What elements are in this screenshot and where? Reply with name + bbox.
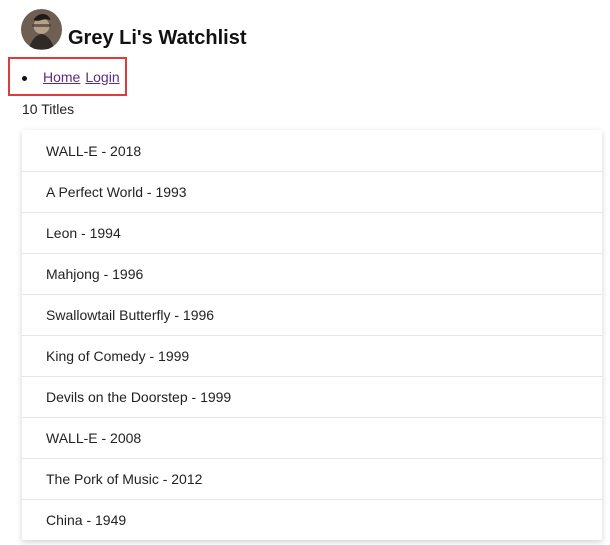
movie-list-item: Mahjong - 1996 (22, 253, 602, 294)
movie-list-item: King of Comedy - 1999 (22, 335, 602, 376)
nav-bullet-icon (22, 75, 27, 81)
movie-list: WALL-E - 2018 A Perfect World - 1993 Leo… (22, 130, 602, 540)
page-title: Grey Li's Watchlist (68, 27, 247, 49)
movie-list-item: Leon - 1994 (22, 212, 602, 253)
movie-list-item: A Perfect World - 1993 (22, 171, 602, 212)
movie-list-item: China - 1949 (22, 499, 602, 540)
movie-list-item: Swallowtail Butterfly - 1996 (22, 294, 602, 335)
page-header: Grey Li's Watchlist (21, 5, 247, 50)
titles-count: 10 Titles (22, 101, 75, 117)
movie-list-item: WALL-E - 2008 (22, 417, 602, 458)
nav-link-login[interactable]: Login (85, 68, 119, 86)
movie-list-item: Devils on the Doorstep - 1999 (22, 376, 602, 417)
main-nav: Home Login (22, 68, 120, 86)
movie-list-item: The Pork of Music - 2012 (22, 458, 602, 499)
nav-link-home[interactable]: Home (43, 68, 80, 86)
movie-list-item: WALL-E - 2018 (46, 142, 142, 159)
user-avatar-icon (21, 9, 62, 50)
